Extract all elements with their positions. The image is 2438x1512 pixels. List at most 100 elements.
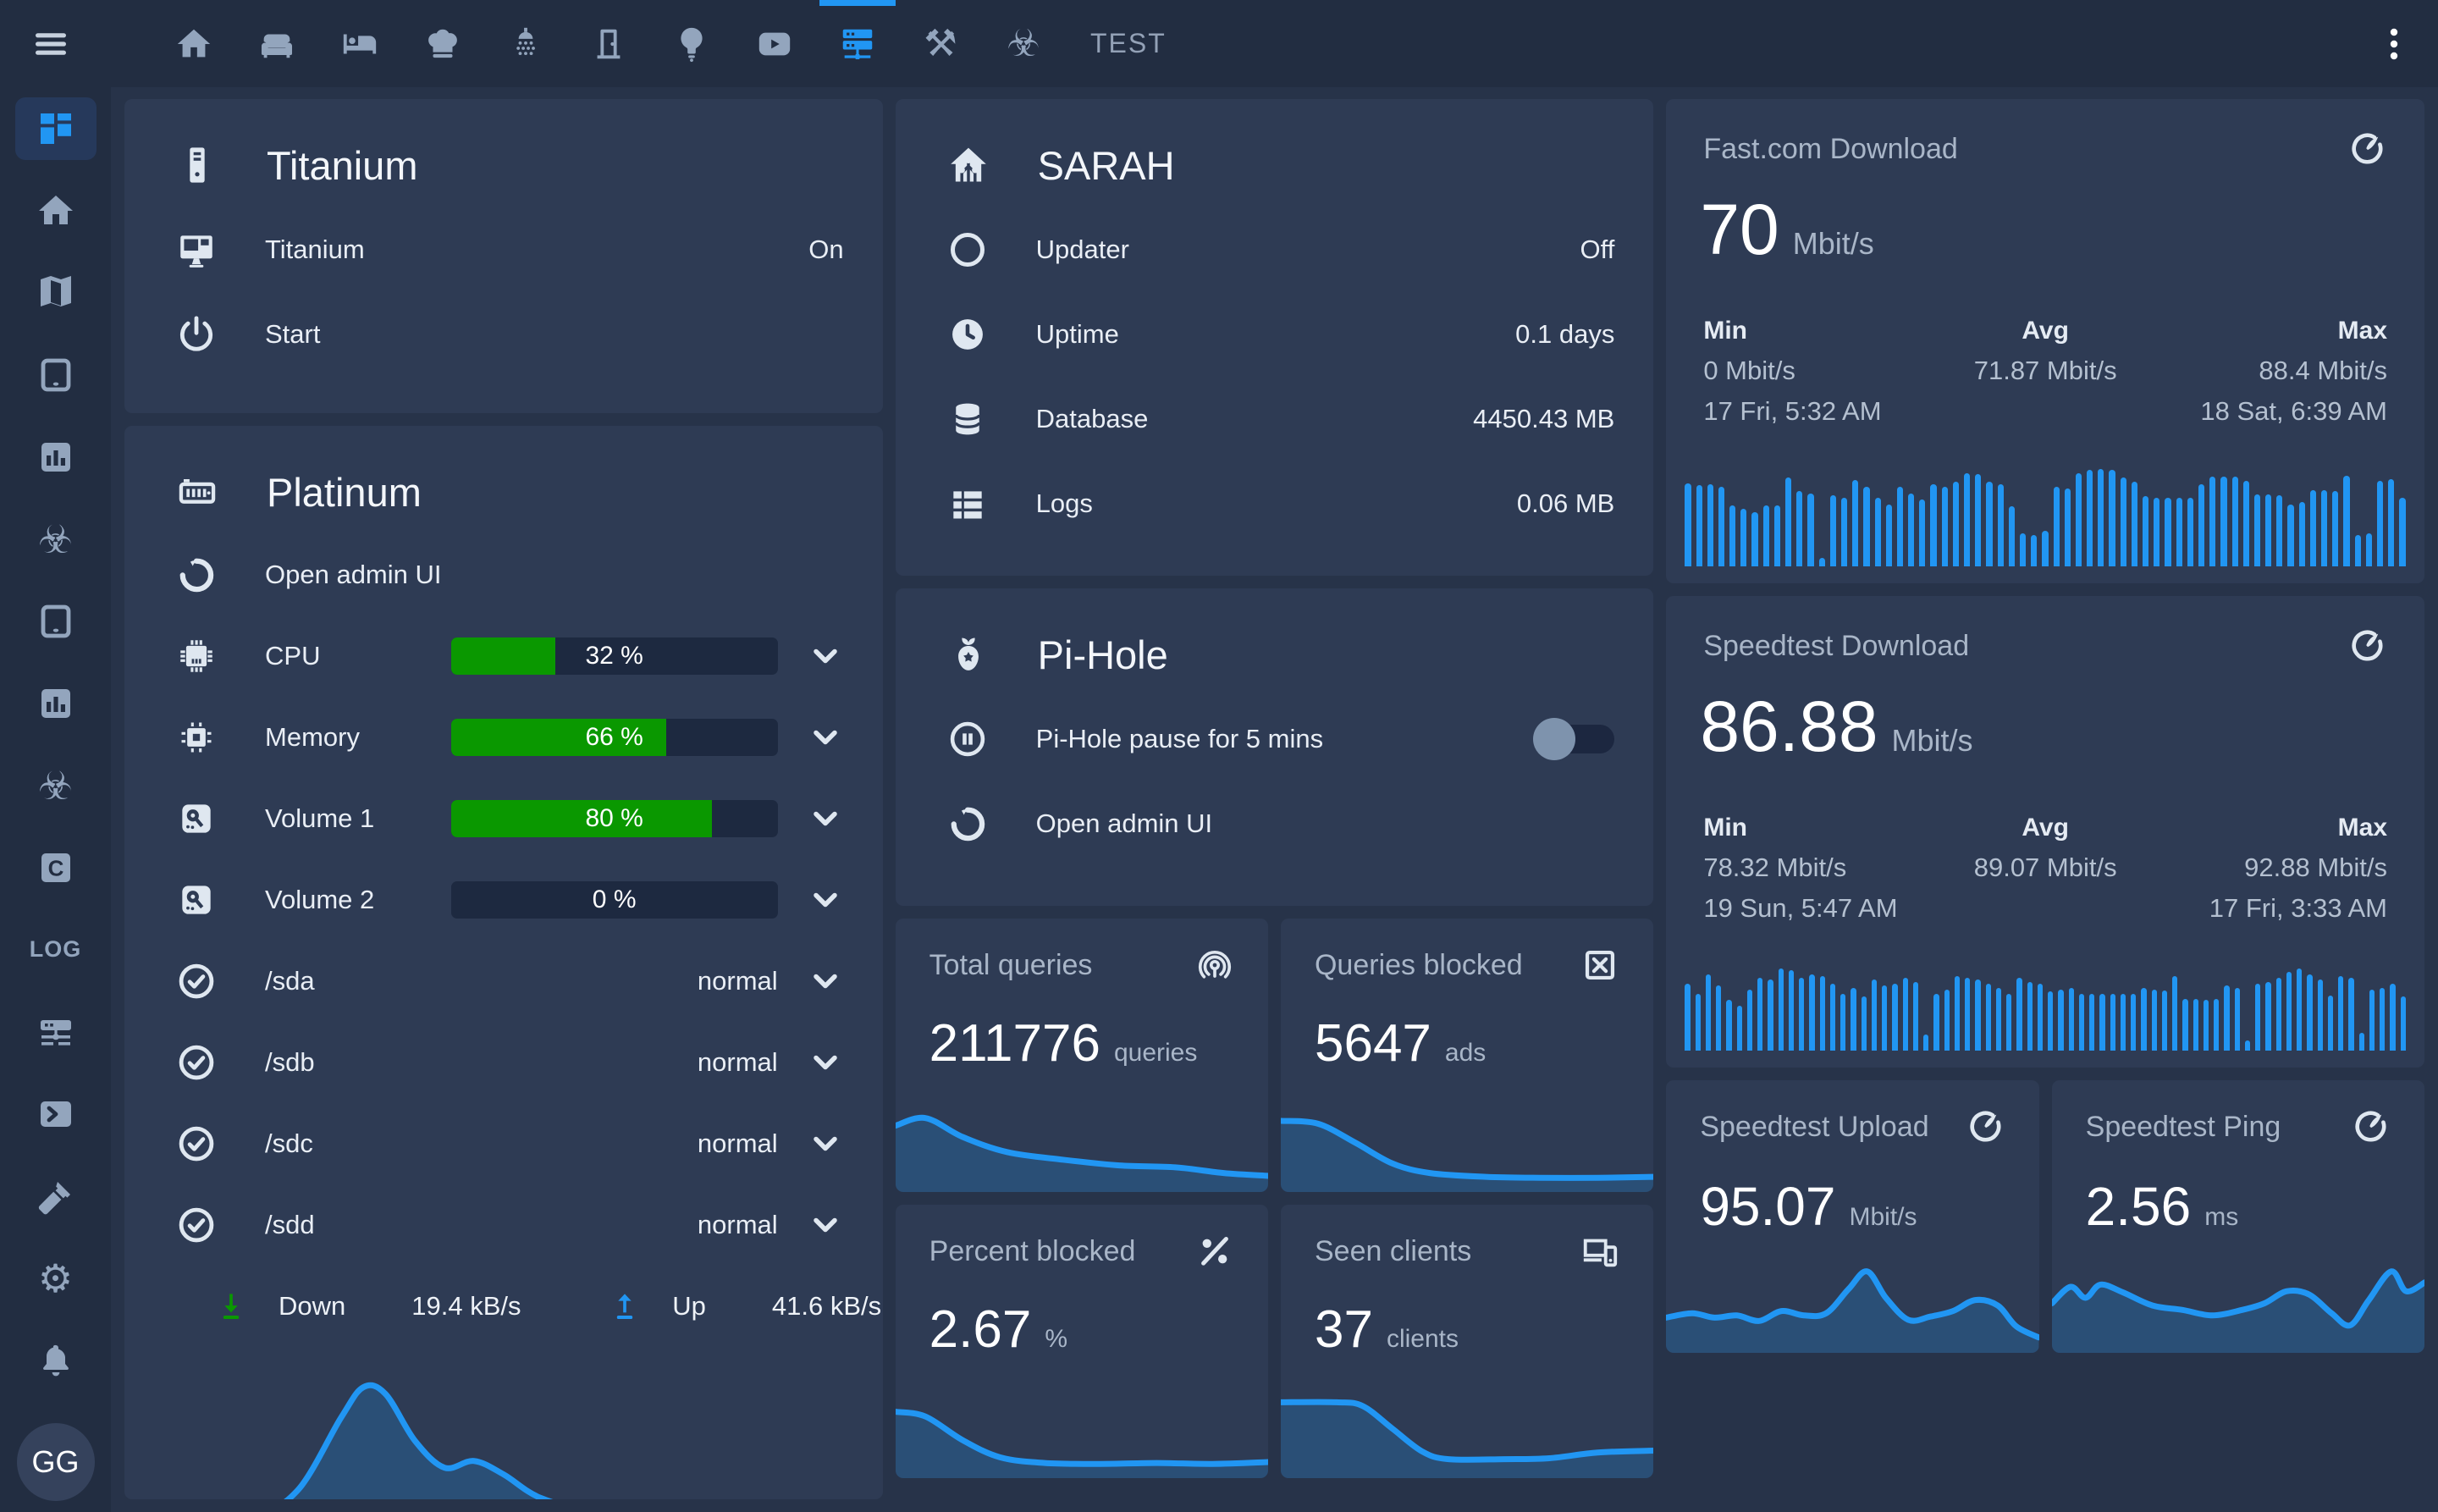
chef-hat-icon bbox=[423, 25, 462, 63]
door-icon bbox=[589, 25, 628, 63]
sidebar-item-server-network[interactable] bbox=[0, 991, 111, 1073]
check-circle-icon bbox=[175, 1204, 218, 1246]
access-point-icon bbox=[1195, 946, 1234, 985]
stat-value: 2.67 bbox=[929, 1300, 1032, 1360]
stat-title: Seen clients bbox=[1315, 1235, 1471, 1268]
stat-title: Total queries bbox=[929, 949, 1093, 982]
chevron-down-icon[interactable] bbox=[807, 963, 844, 1000]
sidebar-item-dashboard[interactable] bbox=[0, 87, 111, 169]
entity-row-uptime[interactable]: Uptime 0.1 days bbox=[896, 292, 1654, 377]
gauge-row-cpu[interactable]: CPU 32 % bbox=[124, 615, 883, 697]
bed-icon bbox=[340, 25, 379, 63]
entity-label: Open admin UI bbox=[1036, 808, 1213, 839]
desktop-icon bbox=[175, 229, 218, 271]
chart-box-icon bbox=[36, 437, 76, 477]
sidebar: ☣ ☣ C LOG ⚙ GG bbox=[0, 87, 111, 1512]
tab-bathroom[interactable] bbox=[484, 0, 567, 87]
tab-tools[interactable]: ⚒ bbox=[899, 0, 982, 87]
sidebar-item-stats[interactable] bbox=[0, 416, 111, 498]
chevron-down-icon[interactable] bbox=[807, 881, 844, 919]
gauge-label: Volume 2 bbox=[265, 885, 374, 915]
biohazard-icon: ☣ bbox=[38, 766, 73, 805]
entity-row-logs[interactable]: Logs 0.06 MB bbox=[896, 461, 1654, 546]
disk-row-sda[interactable]: /sda normal bbox=[124, 941, 883, 1022]
toggle-label: Pi-Hole pause for 5 mins bbox=[1036, 724, 1323, 754]
chevron-down-icon[interactable] bbox=[807, 719, 844, 756]
chevron-down-icon[interactable] bbox=[807, 800, 844, 837]
sidebar-item-biohazard-1[interactable]: ☣ bbox=[0, 498, 111, 580]
tab-biohazard[interactable]: ☣ bbox=[982, 0, 1065, 87]
titanium-card: Titanium Titanium On Start bbox=[124, 99, 883, 413]
raspberry-icon bbox=[946, 632, 990, 676]
sidebar-item-tablet[interactable] bbox=[0, 334, 111, 416]
chevron-down-icon[interactable] bbox=[807, 637, 844, 675]
list-icon bbox=[946, 483, 989, 525]
sidebar-item-terminal[interactable] bbox=[0, 1073, 111, 1155]
gauge-row-volume2[interactable]: Volume 2 0 % bbox=[124, 859, 883, 941]
speed-value: 95.07 bbox=[1700, 1175, 1835, 1238]
pihole-card: Pi-Hole Pi-Hole pause for 5 mins Open ad… bbox=[896, 588, 1654, 906]
disk-row-sdb[interactable]: /sdb normal bbox=[124, 1022, 883, 1103]
upload-sparkline bbox=[1666, 1243, 2038, 1353]
speed-value: 70 bbox=[1700, 189, 1779, 271]
sidebar-item-stats-2[interactable] bbox=[0, 662, 111, 744]
upload-icon bbox=[606, 1288, 643, 1325]
tab-lights[interactable] bbox=[650, 0, 733, 87]
tab-home[interactable] bbox=[152, 0, 235, 87]
entity-row-titanium[interactable]: Titanium On bbox=[124, 207, 883, 292]
sidebar-item-developer-tools[interactable] bbox=[0, 1155, 111, 1237]
tab-media[interactable] bbox=[733, 0, 816, 87]
sidebar-item-tablet-2[interactable] bbox=[0, 580, 111, 662]
disk-row-sdc[interactable]: /sdc normal bbox=[124, 1103, 883, 1184]
tab-server[interactable] bbox=[816, 0, 899, 87]
menu-icon[interactable] bbox=[30, 24, 71, 64]
upload-label: Up bbox=[672, 1291, 706, 1322]
tab-hallway[interactable] bbox=[567, 0, 650, 87]
sidebar-item-biohazard-2[interactable]: ☣ bbox=[0, 744, 111, 826]
chevron-down-icon[interactable] bbox=[807, 1206, 844, 1244]
harddisk-icon bbox=[175, 797, 218, 840]
disk-row-sdd[interactable]: /sdd normal bbox=[124, 1184, 883, 1266]
view-dashboard-icon bbox=[36, 108, 76, 149]
stat-title: Queries blocked bbox=[1315, 949, 1523, 982]
tablet-icon bbox=[36, 355, 76, 395]
entity-row-updater[interactable]: Updater Off bbox=[896, 207, 1654, 292]
lightbulb-icon bbox=[672, 25, 711, 63]
open-admin-ui-row[interactable]: Open admin UI bbox=[124, 534, 883, 615]
avatar-initials: GG bbox=[31, 1444, 79, 1480]
entity-row-start[interactable]: Start bbox=[124, 292, 883, 377]
pihole-admin-row[interactable]: Open admin UI bbox=[896, 781, 1654, 866]
toggle-knob bbox=[1533, 718, 1575, 760]
sidebar-item-notifications[interactable] bbox=[0, 1319, 111, 1401]
entity-state: On bbox=[808, 235, 843, 265]
gauge-value: 66 % bbox=[451, 719, 778, 756]
tab-kitchen[interactable] bbox=[401, 0, 484, 87]
sidebar-item-c[interactable]: C bbox=[0, 826, 111, 908]
speed-unit: Mbit/s bbox=[1892, 723, 1973, 759]
sidebar-item-map[interactable] bbox=[0, 251, 111, 334]
pihole-pause-toggle[interactable] bbox=[1536, 725, 1614, 753]
chevron-down-icon[interactable] bbox=[807, 1044, 844, 1081]
total-queries-card: Total queries 211776queries bbox=[896, 919, 1268, 1192]
user-avatar[interactable]: GG bbox=[17, 1423, 95, 1501]
tab-living-room[interactable] bbox=[235, 0, 318, 87]
tab-bedroom[interactable] bbox=[318, 0, 401, 87]
sidebar-item-log[interactable]: LOG bbox=[0, 908, 111, 991]
memory-progress-bar: 66 % bbox=[451, 719, 778, 756]
overflow-menu-icon[interactable] bbox=[2374, 24, 2414, 64]
gauge-row-memory[interactable]: Memory 66 % bbox=[124, 697, 883, 778]
tab-test-label: TEST bbox=[1090, 28, 1167, 59]
shower-icon bbox=[506, 25, 545, 63]
sidebar-item-settings[interactable]: ⚙ bbox=[0, 1237, 111, 1319]
max-label: Max bbox=[2152, 317, 2387, 345]
chevron-down-icon[interactable] bbox=[807, 1125, 844, 1162]
tab-test[interactable]: TEST bbox=[1065, 0, 1192, 87]
speed-card-title: Speedtest Ping bbox=[2086, 1111, 2281, 1144]
disk-state: normal bbox=[698, 1128, 778, 1159]
hammer-wrench-icon: ⚒ bbox=[924, 25, 957, 63]
gauge-row-volume1[interactable]: Volume 1 80 % bbox=[124, 778, 883, 859]
chart-box-icon bbox=[36, 683, 76, 724]
sidebar-item-home[interactable] bbox=[0, 169, 111, 251]
entity-row-database[interactable]: Database 4450.43 MB bbox=[896, 377, 1654, 461]
entity-label: Titanium bbox=[265, 235, 365, 265]
